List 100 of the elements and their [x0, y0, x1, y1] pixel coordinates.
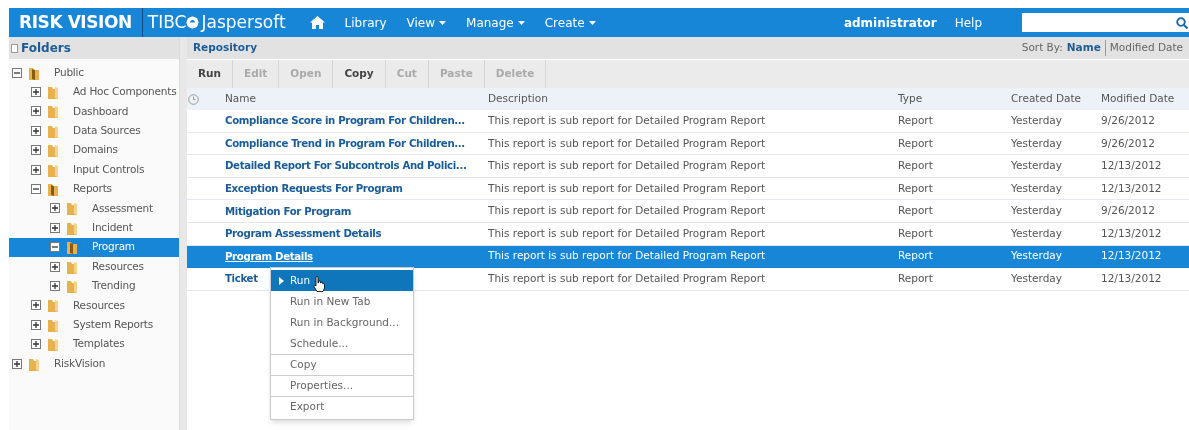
- tree-item[interactable]: Data Sources: [9, 121, 179, 141]
- table-row[interactable]: Program Assessment Details This report is sub report for Detailed Program Report Report Yesterday 12/13/2012: [187, 222, 1189, 246]
- sort-option[interactable]: Modified Date: [1104, 40, 1183, 56]
- menu-item[interactable]: Run in New Tab: [271, 291, 413, 312]
- table-cell-text: Yesterday: [1011, 158, 1063, 174]
- menu-item[interactable]: Properties...: [271, 375, 413, 396]
- tree-item[interactable]: Trending: [9, 276, 179, 296]
- menu-item[interactable]: Schedule...: [271, 333, 413, 354]
- tree-item[interactable]: Resources: [9, 295, 179, 316]
- report-name[interactable]: Compliance Trend in Program For Children...: [225, 135, 488, 152]
- tree-item[interactable]: Resources: [9, 256, 179, 277]
- column-header[interactable]: Name: [225, 91, 488, 107]
- vendor-name: Jaspersoft: [201, 10, 286, 34]
- table-row[interactable]: Compliance Score in Program For Children... This report is sub report for Detailed Program Report Report Yesterday 9/26/2012: [187, 110, 1189, 133]
- pointer-arrow-icon: [279, 276, 284, 285]
- table-cell-text: This report is sub report for Detailed Program Report: [488, 203, 767, 219]
- expand-icon[interactable]: [31, 125, 41, 136]
- help-link[interactable]: Help: [954, 13, 982, 32]
- tree-item[interactable]: Ad Hoc Components: [9, 82, 179, 102]
- report-name[interactable]: Mitigation For Program: [225, 203, 488, 219]
- table-cell-text: Report: [898, 135, 934, 151]
- search-field[interactable]: [1022, 13, 1189, 32]
- sort-label: Sort By:: [1021, 40, 1063, 56]
- report-name[interactable]: Program Details: [225, 248, 488, 264]
- table-row[interactable]: Exception Requests For Program This report is sub report for Detailed Program Report Report Yesterday 12/13/2012: [187, 177, 1189, 201]
- tree-item[interactable]: Dashboard: [9, 101, 179, 122]
- folder-label: RiskVision: [54, 355, 106, 371]
- caret-icon: [439, 20, 447, 25]
- collapse-panel-icon[interactable]: [11, 43, 18, 53]
- report-name[interactable]: Program Assessment Details: [225, 226, 488, 242]
- collapse-icon[interactable]: [50, 242, 60, 253]
- tree-item[interactable]: Public: [9, 63, 179, 83]
- menu-item[interactable]: Export: [271, 396, 413, 417]
- report-name[interactable]: Exception Requests For Program: [225, 180, 488, 197]
- sort-option[interactable]: Name: [1066, 40, 1101, 56]
- expand-icon[interactable]: [12, 358, 22, 369]
- column-header[interactable]: Description: [488, 91, 898, 107]
- folder-icon: [47, 317, 59, 332]
- table-row[interactable]: Detailed Report For Subcontrols And Polici... This report is sub report for Detailed Program Report Report Yesterday 12/13/2012: [187, 155, 1189, 178]
- table-cell-text: 9/26/2012: [1101, 112, 1155, 128]
- expand-icon[interactable]: [31, 106, 41, 117]
- search-icon[interactable]: [1176, 16, 1188, 29]
- collapse-icon[interactable]: [31, 184, 41, 195]
- table-cell-text: This report is sub report for Detailed Program Report: [488, 248, 767, 264]
- table-cell: 12/13/2012: [1101, 158, 1162, 174]
- tree-item[interactable]: Program: [9, 237, 179, 257]
- menu-item[interactable]: Run in Background...: [271, 312, 413, 333]
- tree-item[interactable]: Templates: [9, 334, 179, 354]
- column-header[interactable]: Type: [898, 91, 1011, 107]
- tree-item[interactable]: Reports: [9, 179, 179, 199]
- folder-label: Assessment: [92, 200, 153, 216]
- nav-menu[interactable]: Library: [344, 13, 387, 32]
- expand-icon[interactable]: [31, 145, 41, 156]
- expand-icon[interactable]: [50, 261, 60, 272]
- expand-icon[interactable]: [31, 339, 41, 350]
- tree-item[interactable]: Domains: [9, 140, 179, 160]
- nav-menu[interactable]: Manage: [466, 13, 525, 32]
- menu-item[interactable]: Copy: [271, 354, 413, 375]
- column-header[interactable]: Modified Date: [1101, 91, 1175, 107]
- menu-item[interactable]: Run: [271, 270, 413, 291]
- tree-item[interactable]: Assessment: [9, 198, 179, 219]
- folder-icon: [47, 298, 59, 313]
- expand-icon[interactable]: [31, 164, 41, 175]
- home-icon[interactable]: [309, 16, 325, 29]
- nav-menu[interactable]: View: [406, 13, 447, 32]
- collapse-icon[interactable]: [12, 67, 22, 78]
- table-cell-text: Yesterday: [1011, 135, 1063, 151]
- table-cell: 12/13/2012: [1101, 271, 1162, 287]
- folder-label: Reports: [73, 181, 112, 197]
- table-row[interactable]: Mitigation For Program This report is sub report for Detailed Program Report Report Yesterday 9/26/2012: [187, 200, 1189, 223]
- nav-menu[interactable]: Create: [544, 13, 596, 32]
- report-name[interactable]: Compliance Score in Program For Children...: [225, 113, 488, 129]
- column-header[interactable]: Created Date: [1011, 91, 1101, 107]
- tree-item[interactable]: RiskVision: [9, 353, 179, 374]
- tree-item[interactable]: Incident: [9, 218, 179, 238]
- user-name[interactable]: administrator: [843, 13, 937, 32]
- tree-item[interactable]: Input Controls: [9, 159, 179, 180]
- table-cell-text: 12/13/2012: [1101, 225, 1162, 241]
- folder-label: Resources: [73, 297, 125, 313]
- logo-icon: [186, 16, 200, 29]
- tree-item[interactable]: System Reports: [9, 315, 179, 335]
- table-cell-text: Yesterday: [1011, 180, 1063, 196]
- table-row[interactable]: Compliance Trend in Program For Children... This report is sub report for Detailed Program Report Report Yesterday 9/26/2012: [187, 132, 1189, 156]
- table-cell-text: Yesterday: [1011, 248, 1063, 264]
- clock-icon: [188, 93, 199, 105]
- expand-icon[interactable]: [31, 319, 41, 330]
- expand-icon[interactable]: [31, 87, 41, 98]
- table-cell-text: This report is sub report for Detailed Program Report: [488, 180, 767, 196]
- report-name[interactable]: Detailed Report For Subcontrols And Polici...: [225, 158, 488, 174]
- expand-icon[interactable]: [31, 300, 41, 311]
- folder-icon: [47, 104, 59, 119]
- expand-icon[interactable]: [50, 222, 60, 233]
- table-cell-text: 9/26/2012: [1101, 135, 1155, 151]
- folder-icon: [47, 182, 59, 197]
- folder-icon: [66, 201, 78, 216]
- expand-icon[interactable]: [50, 281, 60, 291]
- expand-icon[interactable]: [50, 203, 60, 214]
- table-row[interactable]: Program Details This report is sub report for Detailed Program Report Report Yesterday 12/13/2012: [187, 245, 1189, 269]
- folder-icon: [28, 65, 40, 80]
- folder-label: Ad Hoc Components: [73, 84, 177, 100]
